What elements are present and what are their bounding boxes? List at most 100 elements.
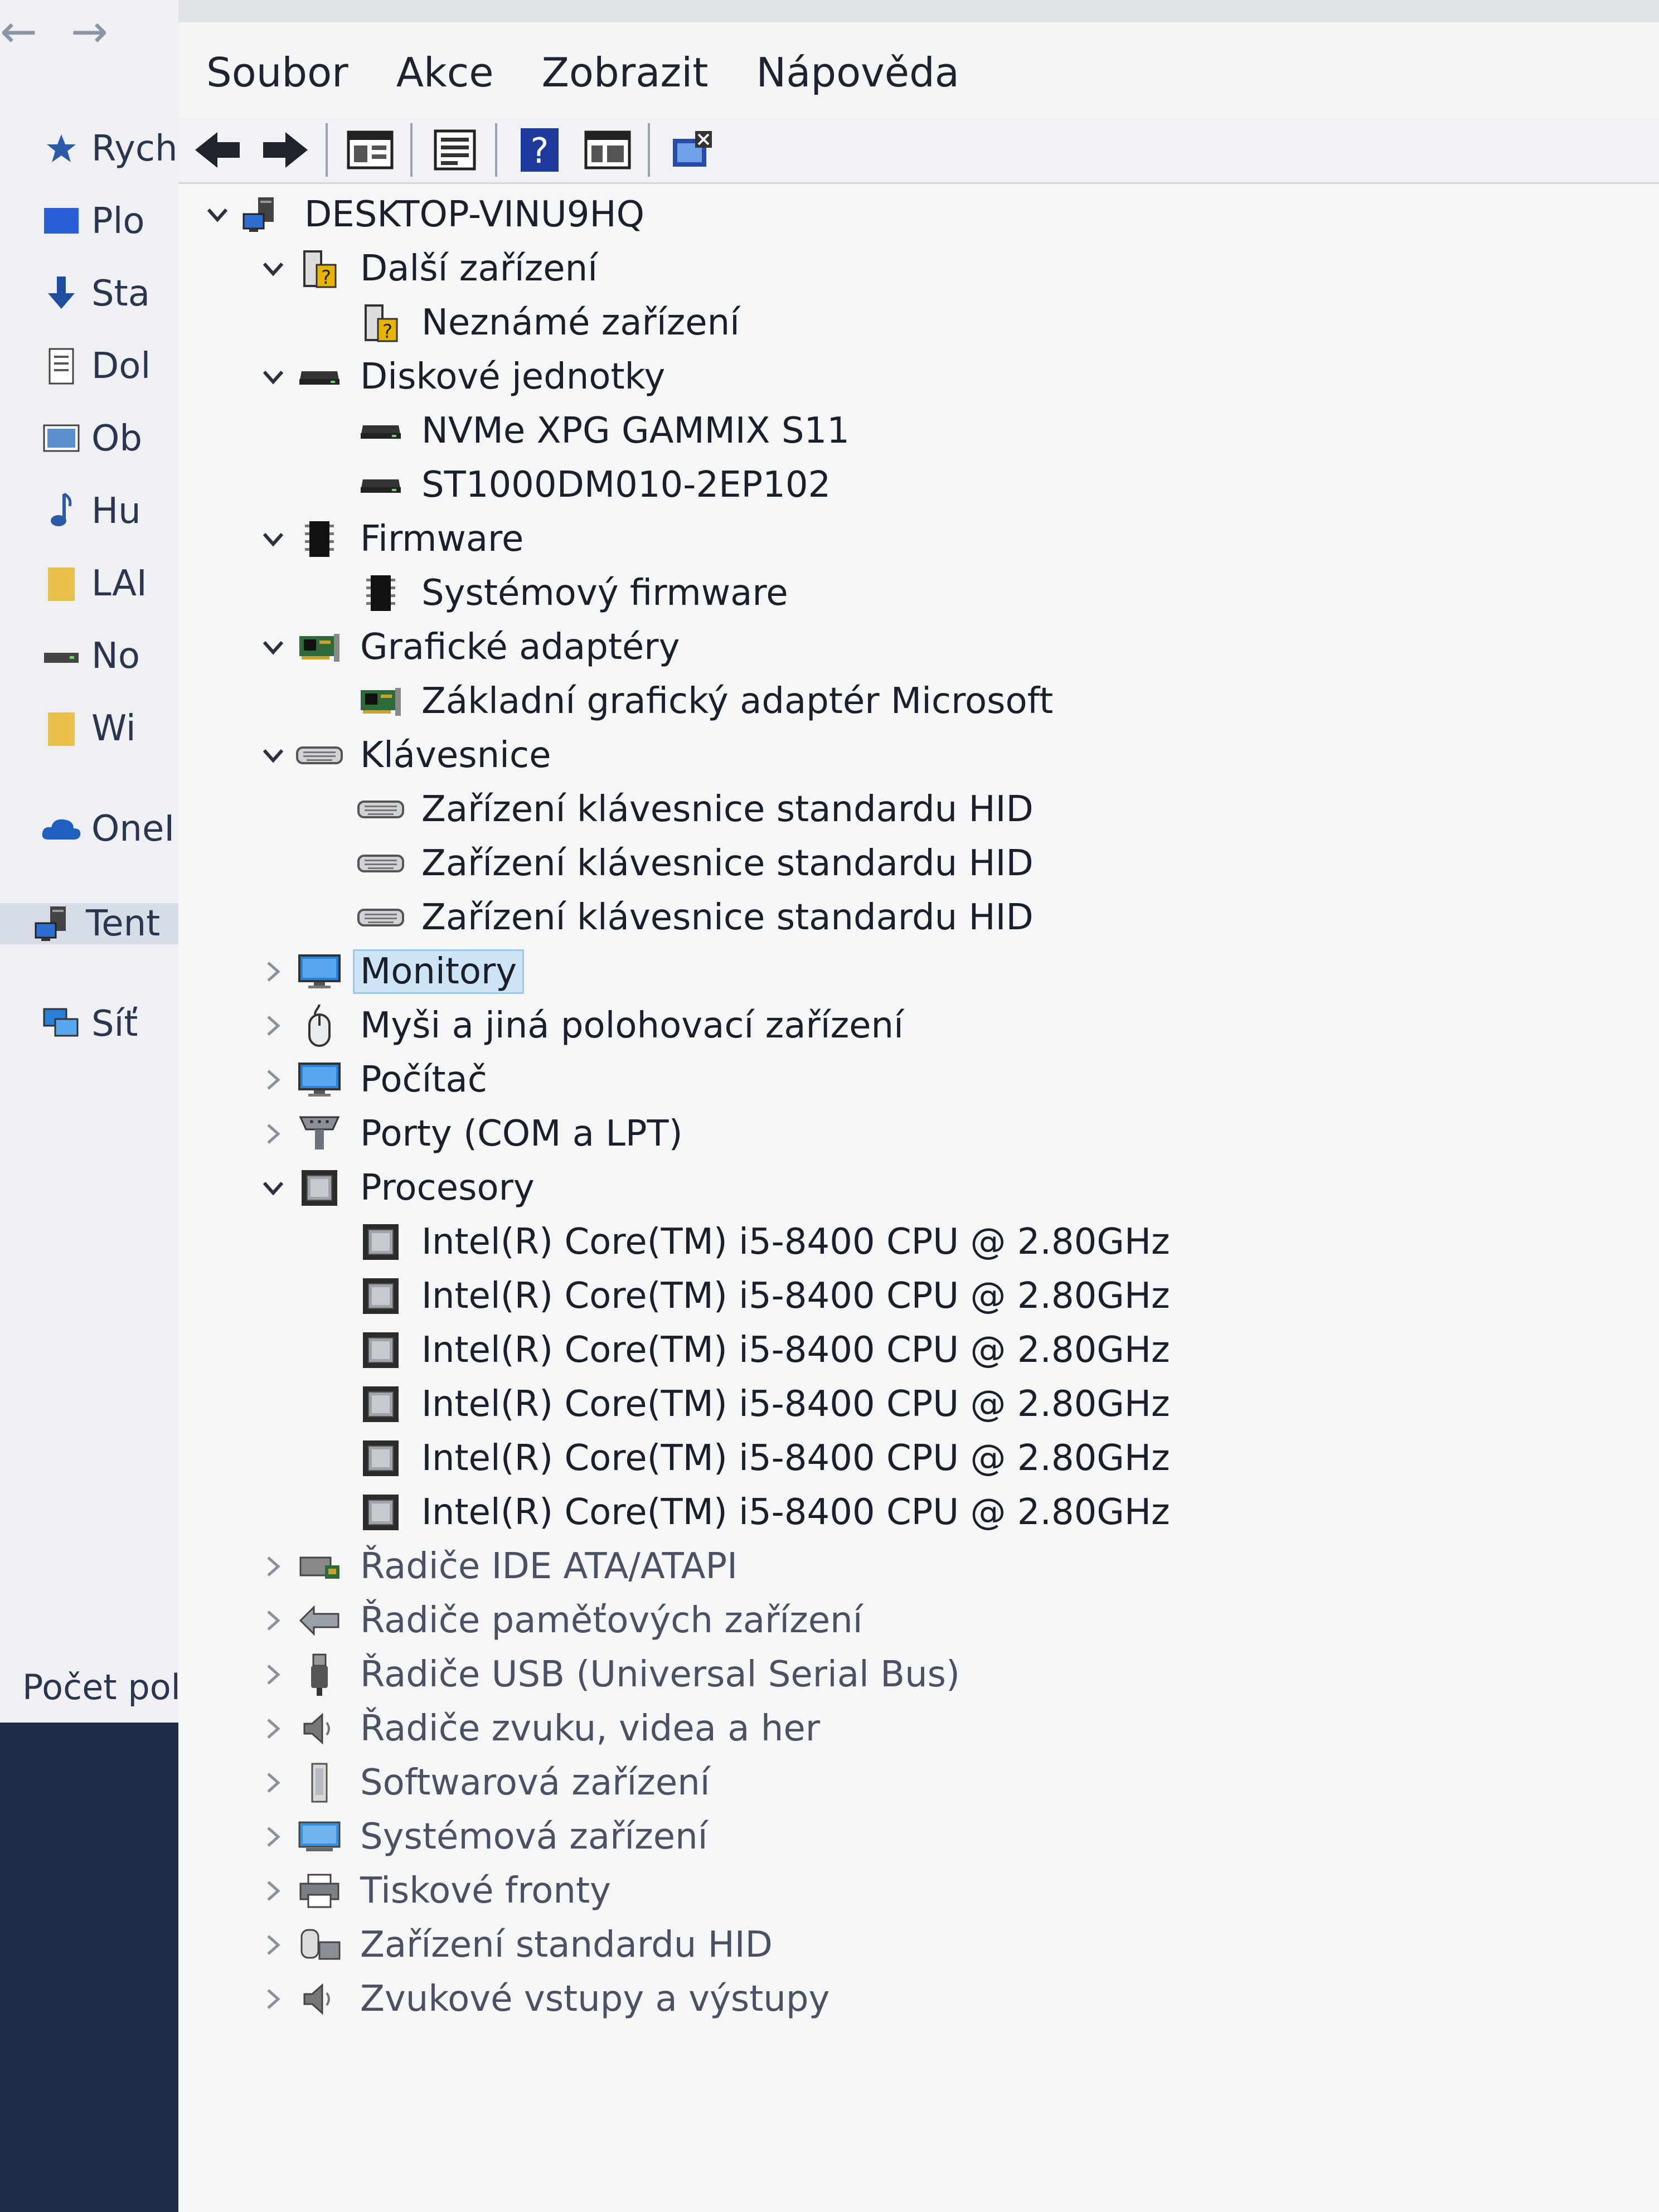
explorer-nav-item[interactable]: Dol (39, 346, 151, 387)
tree-node[interactable]: Porty (COM a LPT) (256, 1109, 688, 1159)
forward-icon[interactable] (258, 122, 313, 178)
title-bar[interactable] (178, 0, 1659, 22)
menu-akce[interactable]: Akce (396, 49, 494, 96)
tree-node[interactable]: Systémová zařízení (256, 1812, 713, 1862)
tree-node[interactable]: ? Neznámé zařízení (318, 298, 745, 348)
tree-node[interactable]: DESKTOP-VINU9HQ (201, 190, 650, 240)
tree-node[interactable]: Intel(R) Core(TM) i5-8400 CPU @ 2.80GHz (318, 1271, 1176, 1321)
tree-node[interactable]: Zařízení klávesnice standardu HID (318, 892, 1039, 943)
toolbar-separator (326, 123, 328, 177)
tree-node[interactable]: Zvukové vstupy a výstupy (256, 1974, 835, 2024)
explorer-nav-item[interactable]: Rych (39, 128, 178, 169)
explorer-nav-item[interactable]: Síť (39, 1003, 138, 1045)
forward-icon[interactable]: → (71, 6, 108, 57)
chevron-down-icon[interactable] (201, 190, 234, 240)
menu-zobrazit[interactable]: Zobrazit (542, 49, 709, 96)
tree-node[interactable]: Diskové jednotky (256, 352, 671, 402)
tree-node[interactable]: Myši a jiná polohovací zařízení (256, 1001, 909, 1051)
tree-node[interactable]: Intel(R) Core(TM) i5-8400 CPU @ 2.80GHz (318, 1487, 1176, 1537)
tree-node[interactable]: Intel(R) Core(TM) i5-8400 CPU @ 2.80GHz (318, 1217, 1176, 1267)
chevron-right-icon[interactable] (256, 1541, 290, 1592)
tree-node-label: ST1000DM010-2EP102 (421, 464, 831, 506)
tree-node[interactable]: Řadiče USB (Universal Serial Bus) (256, 1650, 966, 1700)
tree-node[interactable]: ? Další zařízení (256, 244, 603, 294)
tree-node[interactable]: Řadiče zvuku, videa a her (256, 1704, 826, 1754)
tree-node[interactable]: Softwarová zařízení (256, 1758, 716, 1808)
chevron-right-icon[interactable] (256, 1001, 290, 1051)
chevron-right-icon[interactable] (256, 1704, 290, 1754)
tree-node[interactable]: Intel(R) Core(TM) i5-8400 CPU @ 2.80GHz (318, 1325, 1176, 1375)
explorer-nav-item[interactable]: Plo (39, 201, 145, 242)
help-icon[interactable]: ? (512, 122, 567, 178)
unknown-device-icon: ? (357, 300, 405, 345)
chevron-down-icon[interactable] (256, 622, 290, 672)
tree-node[interactable]: Procesory (256, 1163, 540, 1213)
tree-node[interactable]: Zařízení standardu HID (256, 1920, 778, 1970)
tree-node[interactable]: ST1000DM010-2EP102 (318, 460, 836, 510)
ide-controller-icon (295, 1544, 343, 1589)
tree-node-label: Intel(R) Core(TM) i5-8400 CPU @ 2.80GHz (421, 1275, 1170, 1317)
explorer-nav-item[interactable]: Hu (39, 491, 141, 532)
explorer-nav-item[interactable]: Wi (39, 708, 136, 749)
processor-icon (357, 1490, 405, 1535)
tree-node[interactable]: Řadiče paměťových zařízení (256, 1595, 868, 1646)
explorer-nav-item[interactable]: OneI (39, 808, 174, 850)
software-device-icon (295, 1760, 343, 1805)
chevron-right-icon[interactable] (256, 1055, 290, 1105)
explorer-status-bar: Počet polo (22, 1667, 202, 1707)
chevron-down-icon[interactable] (256, 1163, 290, 1213)
explorer-nav-item[interactable]: Sta (39, 273, 150, 314)
chevron-right-icon[interactable] (256, 1109, 290, 1159)
tree-node[interactable]: Firmware (256, 514, 529, 564)
tree-node[interactable]: Monitory (256, 947, 525, 997)
usb-icon (295, 1652, 343, 1697)
chevron-right-icon[interactable] (256, 1650, 290, 1700)
tree-node-label: Zařízení klávesnice standardu HID (421, 897, 1034, 938)
tree-node[interactable]: Počítač (256, 1055, 493, 1105)
back-icon[interactable] (190, 122, 245, 178)
document-icon (39, 348, 84, 385)
tree-node[interactable]: Intel(R) Core(TM) i5-8400 CPU @ 2.80GHz (318, 1379, 1176, 1429)
tree-node[interactable]: Řadiče IDE ATA/ATAPI (256, 1541, 743, 1592)
chevron-down-icon[interactable] (256, 514, 290, 564)
chevron-right-icon[interactable] (256, 1758, 290, 1808)
scan-icon[interactable] (664, 122, 720, 178)
explorer-nav-label: OneI (91, 808, 175, 850)
chevron-down-icon[interactable] (256, 730, 290, 780)
properties-icon[interactable] (342, 122, 398, 178)
explorer-nav-item[interactable]: Tent (0, 903, 190, 944)
tree-node[interactable]: Tiskové fronty (256, 1866, 617, 1916)
chevron-right-icon[interactable] (256, 1866, 290, 1916)
explorer-nav-item[interactable]: Ob (39, 418, 142, 459)
tree-node-label: Intel(R) Core(TM) i5-8400 CPU @ 2.80GHz (421, 1492, 1170, 1533)
update-icon[interactable] (427, 122, 483, 178)
chevron-right-icon[interactable] (256, 947, 290, 997)
chevron-right-icon[interactable] (256, 1595, 290, 1646)
chevron-down-icon[interactable] (256, 352, 290, 402)
tree-node[interactable]: Intel(R) Core(TM) i5-8400 CPU @ 2.80GHz (318, 1433, 1176, 1483)
chevron-right-icon[interactable] (256, 1920, 290, 1970)
tree-node-label: Další zařízení (360, 248, 598, 289)
keyboard-icon (357, 841, 405, 886)
chevron-right-icon[interactable] (256, 1974, 290, 2024)
back-icon[interactable]: ← (0, 6, 37, 57)
view-icon[interactable] (580, 122, 636, 178)
tree-node[interactable]: Zařízení klávesnice standardu HID (318, 838, 1039, 889)
tree-node[interactable]: Základní grafický adaptér Microsoft (318, 676, 1059, 726)
tree-node[interactable]: Grafické adaptéry (256, 622, 685, 672)
menu-napoveda[interactable]: Nápověda (756, 49, 959, 96)
chevron-down-icon[interactable] (256, 244, 290, 294)
tree-node-label: Řadiče paměťových zařízení (360, 1600, 863, 1641)
tree-node-label: Systémová zařízení (360, 1816, 708, 1857)
tree-node[interactable]: Systémový firmware (318, 568, 794, 618)
tree-node[interactable]: Klávesnice (256, 730, 556, 780)
menu-soubor[interactable]: Soubor (206, 49, 348, 96)
chevron-right-icon[interactable] (256, 1812, 290, 1862)
tree-node[interactable]: Zařízení klávesnice standardu HID (318, 784, 1039, 835)
explorer-nav-item[interactable]: LAI (39, 563, 147, 604)
explorer-nav-item[interactable]: No (39, 636, 140, 677)
tree-node[interactable]: NVMe XPG GAMMIX S11 (318, 406, 855, 456)
